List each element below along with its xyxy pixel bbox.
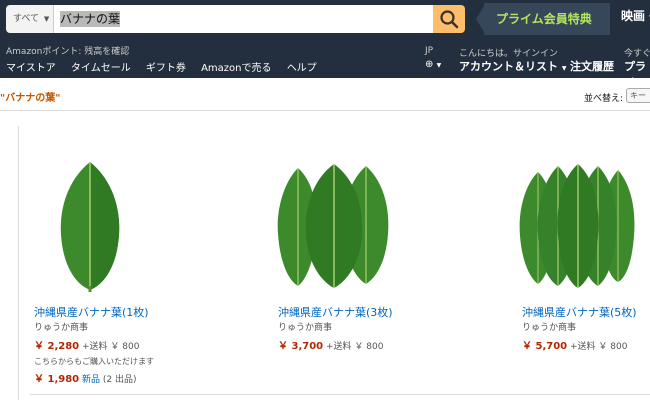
account-lists-label: アカウント＆リスト [459, 60, 558, 73]
movie-link[interactable]: 映画・ [621, 7, 650, 24]
prime-banner-text: プライム会員特典 [496, 12, 592, 26]
product-price[interactable]: ￥ 3,700 [278, 341, 323, 352]
search-category-dropdown[interactable]: すべて ▼ [6, 5, 54, 33]
other-offers-line: ￥ 1,980 新品 (2 出品) [34, 370, 137, 385]
sort-label: 並べ替え: [584, 94, 624, 104]
product-price-line: ￥ 3,700 +送料 ￥ 800 [278, 337, 383, 352]
chevron-down-icon: ▼ [436, 62, 442, 69]
search-input-value: バナナの葉 [60, 11, 121, 27]
product-price[interactable]: ￥ 2,280 [34, 341, 79, 352]
product-brand: りゅうか商事 [278, 323, 333, 333]
product-image[interactable] [518, 164, 638, 288]
product-image[interactable] [276, 164, 392, 288]
product-shipping: +送料 ￥ 800 [326, 342, 384, 352]
nav-link-sell[interactable]: Amazonで売る [201, 63, 271, 74]
prime-banner[interactable]: プライム会員特典 [484, 3, 610, 35]
language-selector[interactable]: ⊕ ▼ [425, 59, 441, 70]
sidebar-divider [18, 126, 19, 400]
search-category-label: すべて [13, 14, 40, 24]
language-label: JP [425, 46, 434, 56]
nav-link-mystore[interactable]: マイストア [6, 63, 56, 74]
account-lists-menu[interactable]: アカウント＆リスト ▼ [459, 58, 566, 74]
sort-dropdown[interactable]: キー [626, 88, 650, 103]
search-button[interactable] [433, 5, 465, 33]
search-query-label: "バナナの葉" [0, 93, 61, 104]
other-offers-count: (2 出品) [102, 375, 137, 385]
top-header: すべて ▼ バナナの葉 プライム会員特典 映画・ [0, 0, 650, 40]
search-input[interactable]: バナナの葉 [54, 5, 434, 33]
product-title[interactable]: 沖縄県産バナナ葉(3枚) [278, 304, 393, 320]
product-title[interactable]: 沖縄県産バナナ葉(1枚) [34, 304, 149, 320]
nav-link-help[interactable]: ヘルプ [287, 63, 317, 74]
results-bar [0, 78, 650, 111]
product-shipping: +送料 ￥ 800 [570, 342, 628, 352]
orders-link[interactable]: 注文履歴 [570, 58, 614, 74]
other-offers-new-link[interactable]: 新品 [82, 375, 100, 385]
nav-links: マイストア タイムセール ギフト券 Amazonで売る ヘルプ [6, 59, 329, 74]
product-brand: りゅうか商事 [34, 323, 89, 333]
product-shipping: +送料 ￥ 800 [82, 342, 140, 352]
product-brand: りゅうか商事 [522, 323, 577, 333]
nav-link-timesale[interactable]: タイムセール [71, 63, 131, 74]
other-offers-label: こちらからもご購入いただけます [34, 357, 154, 366]
product-image[interactable] [55, 160, 125, 292]
results-bottom-divider [30, 394, 650, 395]
chevron-down-icon: ▼ [561, 65, 567, 72]
globe-icon: ⊕ [425, 59, 434, 70]
product-price[interactable]: ￥ 5,700 [522, 341, 567, 352]
points-balance-link[interactable]: Amazonポイント: 残高を確認 [6, 44, 129, 57]
chevron-down-icon: ▼ [43, 15, 50, 23]
product-title[interactable]: 沖縄県産バナナ葉(5枚) [522, 304, 637, 320]
nav-link-giftcard[interactable]: ギフト券 [146, 63, 186, 74]
product-price-line: ￥ 5,700 +送料 ￥ 800 [522, 337, 627, 352]
product-price-line: ￥ 2,280 +送料 ￥ 800 [34, 337, 139, 352]
other-offers-price[interactable]: ￥ 1,980 [34, 374, 79, 385]
search-icon [440, 10, 459, 29]
